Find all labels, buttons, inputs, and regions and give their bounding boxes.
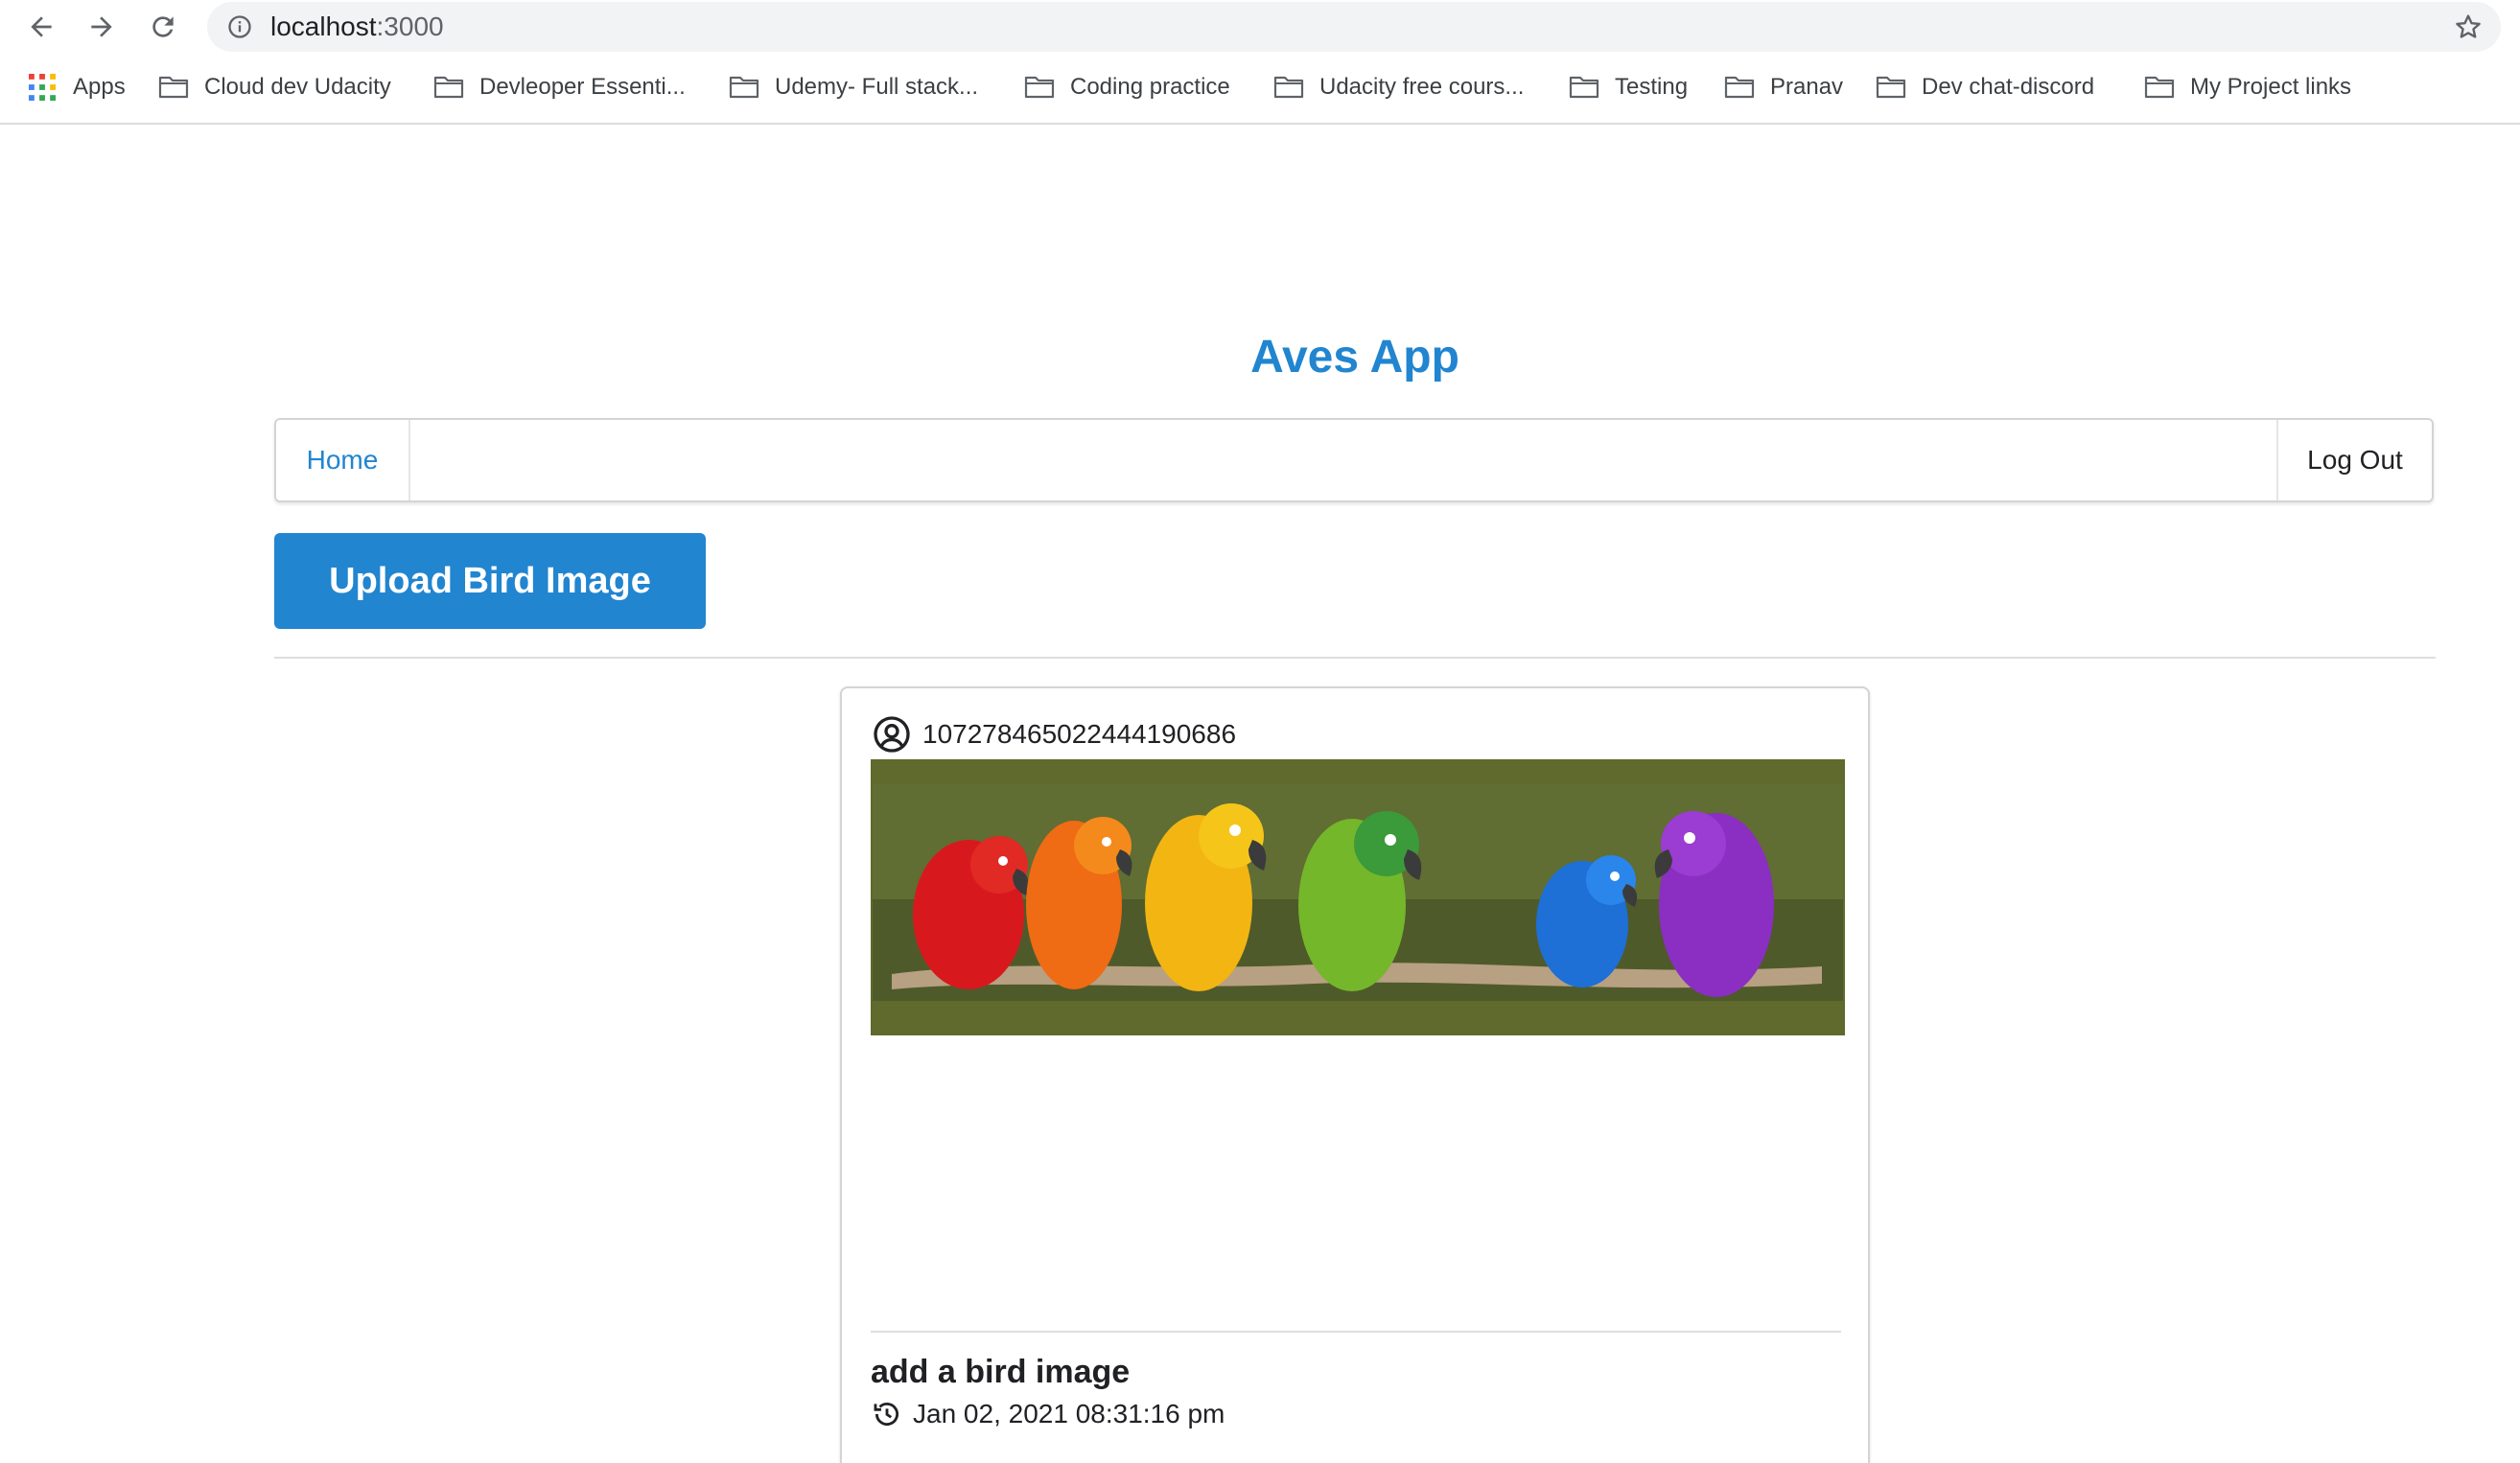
bookmark-label: Dev chat-discord xyxy=(1922,74,2095,100)
upload-bird-image-button[interactable]: Upload Bird Image xyxy=(274,533,706,629)
back-button[interactable] xyxy=(22,8,60,46)
folder-icon xyxy=(2144,76,2175,99)
bookmark-label: Udacity free cours... xyxy=(1319,74,1525,100)
nav-menu: Home Log Out xyxy=(274,418,2434,502)
bookmark-folder[interactable]: Pranav xyxy=(1724,65,1843,109)
bookmark-folder[interactable]: Udemy- Full stack... xyxy=(729,65,978,109)
bookmark-label: Cloud dev Udacity xyxy=(204,74,391,100)
address-bar[interactable]: localhost:3000 xyxy=(207,2,2501,52)
bookmark-label: Coding practice xyxy=(1070,74,1230,100)
bookmark-star-icon[interactable] xyxy=(2453,12,2484,42)
folder-icon xyxy=(158,76,189,99)
user-circle-icon xyxy=(874,716,910,753)
arrow-left-icon xyxy=(31,16,52,37)
url-host: localhost xyxy=(270,12,377,41)
bookmark-folder[interactable]: Coding practice xyxy=(1024,65,1230,109)
browser-toolbar: localhost:3000 xyxy=(0,0,2520,54)
bookmark-folder[interactable]: My Project links xyxy=(2144,65,2351,109)
bookmark-label: My Project links xyxy=(2190,74,2352,100)
folder-icon xyxy=(729,76,759,99)
chrome-divider xyxy=(0,123,2520,125)
bookmark-folder[interactable]: Devleoper Essenti... xyxy=(433,65,686,109)
menu-home-link[interactable]: Home xyxy=(276,420,410,500)
post-title: add a bird image xyxy=(871,1354,1131,1390)
history-icon xyxy=(874,1402,898,1427)
bookmark-label: Testing xyxy=(1615,74,1689,100)
card-divider xyxy=(871,1331,1841,1333)
bookmarks-bar: Apps Cloud dev Udacity Devleoper Essenti… xyxy=(0,65,2520,109)
bookmark-folder[interactable]: Testing xyxy=(1569,65,1688,109)
bookmark-label: Devleoper Essenti... xyxy=(479,74,686,100)
arrow-right-icon xyxy=(91,16,112,37)
bookmark-folder[interactable]: Udacity free cours... xyxy=(1273,65,1524,109)
apps-grid-icon xyxy=(29,74,56,101)
reload-button[interactable] xyxy=(144,8,182,46)
bird-post-card: 107278465022444190686 add a bird image J… xyxy=(840,686,1870,1463)
app-title: Aves App xyxy=(1250,332,1459,383)
folder-icon xyxy=(1569,76,1599,99)
logout-button[interactable]: Log Out xyxy=(2276,420,2432,500)
bookmark-label: Pranav xyxy=(1770,74,1844,100)
post-date: Jan 02, 2021 08:31:16 pm xyxy=(871,1398,1225,1430)
bookmark-folder[interactable]: Cloud dev Udacity xyxy=(158,65,391,109)
url-text: localhost:3000 xyxy=(270,12,444,42)
divider xyxy=(274,657,2436,659)
bird-image xyxy=(871,759,1845,1035)
info-icon[interactable] xyxy=(226,13,253,40)
folder-icon xyxy=(1876,76,1906,99)
folder-icon xyxy=(1024,76,1055,99)
url-port: :3000 xyxy=(376,12,444,41)
reload-icon xyxy=(152,16,174,37)
bookmark-label: Udemy- Full stack... xyxy=(775,74,979,100)
parrots-illustration xyxy=(873,761,1843,1033)
post-user-id: 107278465022444190686 xyxy=(922,719,1237,749)
post-author: 107278465022444190686 xyxy=(873,715,1236,754)
bookmark-label: Apps xyxy=(73,74,126,100)
folder-icon xyxy=(1724,76,1755,99)
page: localhost:3000 Apps Cloud dev Udacity De… xyxy=(0,0,2520,1463)
bookmark-apps[interactable]: Apps xyxy=(29,65,126,109)
bookmark-folder[interactable]: Dev chat-discord xyxy=(1876,65,2094,109)
forward-button[interactable] xyxy=(82,8,121,46)
folder-icon xyxy=(1273,76,1304,99)
folder-icon xyxy=(433,76,464,99)
post-date-text: Jan 02, 2021 08:31:16 pm xyxy=(913,1399,1225,1428)
